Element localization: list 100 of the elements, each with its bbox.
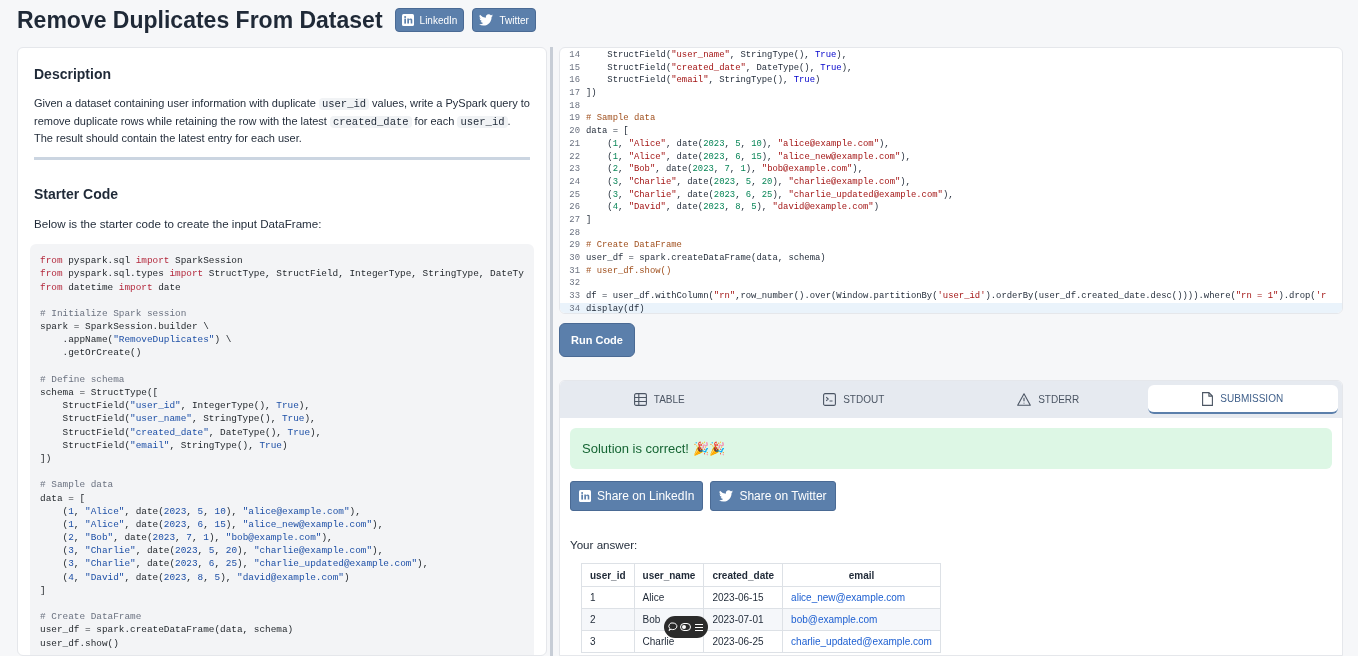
code-line: from datetime import date [40, 280, 182, 294]
table-cell: 1 [581, 586, 635, 609]
line-number: 24 [568, 175, 581, 189]
code-line: (3, "Charlie", date(2023, 5, 20), "charlie@example.com"), [606, 175, 911, 189]
code-line: .appName("RemoveDuplicates") \ [61, 333, 233, 347]
line-number: 15 [568, 61, 581, 75]
page-title: Remove Duplicates From Dataset [17, 5, 383, 35]
line-number: 14 [568, 49, 581, 62]
tab[interactable]: SUBMISSION [1147, 385, 1338, 414]
column-header: email [782, 563, 941, 587]
bird-icon [719, 490, 734, 502]
code-line: # Define schema [40, 372, 126, 387]
code-line: StructField("email", StringType(), True) [61, 438, 289, 452]
line-number: 25 [568, 188, 581, 202]
line-number: 32 [568, 277, 581, 291]
code-line: (1, "Alice", date(2023, 5, 10), "alice@example.com"), [606, 137, 890, 151]
code-line: from pyspark.sql.types import StructType, StructField, IntegerType, StringType, DateTy [40, 267, 525, 281]
email-link[interactable]: charlie_updated@example.com [782, 630, 941, 653]
line-number: 28 [568, 226, 581, 240]
table-cell: 3 [581, 630, 635, 653]
toggle-icon[interactable] [680, 623, 692, 631]
code-line: ] [40, 583, 47, 598]
code-line: # Create DataFrame [40, 610, 143, 624]
code-line: (3, "Charlie", date(2023, 6, 25), "charlie_updated@example.com"), [61, 557, 430, 571]
code-line: (2, "Bob", date(2023, 7, 1), "bob@example.com"), [61, 531, 334, 545]
line-number: 16 [568, 74, 581, 88]
share-linkedin-button[interactable]: Share on LinkedIn [570, 481, 704, 511]
code-line: (1, "Alice", date(2023, 5, 10), "alice@example.com"), [61, 504, 362, 518]
line-number: 23 [568, 163, 581, 176]
code-line: data = [ [586, 125, 629, 138]
column-header: user_id [581, 563, 635, 587]
line-number: 29 [568, 239, 581, 252]
tab[interactable]: TABLE [564, 385, 755, 414]
linkedin-button[interactable]: LinkedIn [394, 8, 465, 32]
column-header: user_name [634, 563, 704, 587]
table-icon [633, 393, 647, 406]
code-line: ] [586, 213, 592, 227]
line-number: 31 [568, 264, 581, 278]
code-line: StructField("created_date", DateType(), True), [606, 61, 853, 75]
code-line: user_df = spark.createDataFrame(data, schema) [40, 623, 295, 637]
code-line: .getOrCreate() [61, 346, 143, 360]
section-heading: Description [34, 65, 112, 84]
run-code-button[interactable]: Run Code [559, 323, 635, 357]
document-icon [1202, 391, 1214, 406]
column-header: created_date [703, 563, 783, 587]
answer-label: Your answer: [570, 537, 639, 553]
section-heading: Starter Code [34, 184, 120, 204]
tab[interactable]: STDERR [953, 385, 1144, 414]
code-line: display(df) [586, 302, 645, 313]
bird-icon [479, 14, 494, 26]
table-cell: 2 [581, 608, 635, 631]
warning-icon [1017, 393, 1032, 406]
code-line: StructField("user_id", IntegerType(), True), [61, 399, 312, 413]
code-line: # user_df.show() [586, 264, 672, 278]
code-line: (4, "David", date(2023, 8, 5), "david@example.com") [606, 201, 879, 214]
line-number: 34 [568, 302, 581, 313]
code-line: (3, "Charlie", date(2023, 6, 25), "charlie_updated@example.com"), [606, 188, 954, 202]
terminal-icon [823, 393, 837, 406]
code-line: user_df = spark.createDataFrame(data, schema) [586, 252, 826, 265]
table-cell: Alice [634, 586, 704, 609]
twitter-button[interactable]: Twitter [472, 8, 536, 32]
code-line: StructField("created_date", DateType(), True), [61, 425, 323, 439]
description-text: Given a dataset containing user information with duplicate user_id values, write a PySpark query to remove duplicate rows while retaining the row with the latest created_date for each user_id . The result should contain the latest entry for each user. [34, 96, 530, 147]
share-twitter-button[interactable]: Share on Twitter [710, 481, 836, 511]
line-number: 30 [568, 252, 581, 265]
code-line: ]) [40, 452, 53, 466]
linkedin-icon [579, 490, 591, 502]
line-number: 17 [568, 87, 581, 100]
code-line: from pyspark.sql import SparkSession [40, 254, 244, 268]
comment-icon[interactable] [668, 622, 679, 632]
email-link[interactable]: alice_new@example.com [782, 586, 941, 609]
code-line: (1, "Alice", date(2023, 6, 15), "alice_new@example.com"), [606, 150, 911, 164]
line-number: 26 [568, 201, 581, 214]
code-editor[interactable] [559, 47, 1343, 314]
code-line: user_df.show() [40, 636, 120, 650]
table-cell: 2023-06-15 [703, 586, 783, 609]
code-line: df = user_df.withColumn("rn",row_number().over(Window.partitionBy('user_id').orderBy(user_df.created_date.desc()))).where("rn = 1").drop('r [586, 290, 1327, 303]
code-line: (3, "Charlie", date(2023, 5, 20), "charlie@example.com"), [61, 544, 385, 558]
code-line: StructField("user_name", StringType(), True), [61, 412, 317, 426]
code-line: StructField("email", StringType(), True) [606, 74, 821, 88]
email-link[interactable]: bob@example.com [782, 608, 941, 631]
line-number: 33 [568, 290, 581, 303]
tab[interactable]: STDOUT [758, 385, 949, 414]
intro-text: Below is the starter code to create the input DataFrame: [34, 215, 323, 232]
code-line: # Create DataFrame [586, 239, 682, 252]
code-line: data = [ [40, 491, 86, 505]
line-number: 18 [568, 99, 581, 113]
code-line: (2, "Bob", date(2023, 7, 1), "bob@example.com"), [606, 163, 863, 176]
line-number: 27 [568, 213, 581, 227]
code-line: # Sample data [586, 112, 656, 126]
line-number: 21 [568, 137, 581, 151]
line-number: 20 [568, 125, 581, 138]
code-line: StructField("user_name", StringType(), True), [606, 49, 847, 62]
list-icon[interactable] [693, 622, 704, 632]
code-line: # Initialize Spark session [40, 306, 188, 321]
line-number: 19 [568, 112, 581, 126]
code-line: spark = SparkSession.builder \ [40, 320, 210, 334]
splitter-handle[interactable] [550, 47, 553, 656]
success-message: Solution is correct! 🎉🎉 [570, 428, 1332, 469]
code-line: (1, "Alice", date(2023, 6, 15), "alice_new@example.com"), [61, 517, 385, 532]
